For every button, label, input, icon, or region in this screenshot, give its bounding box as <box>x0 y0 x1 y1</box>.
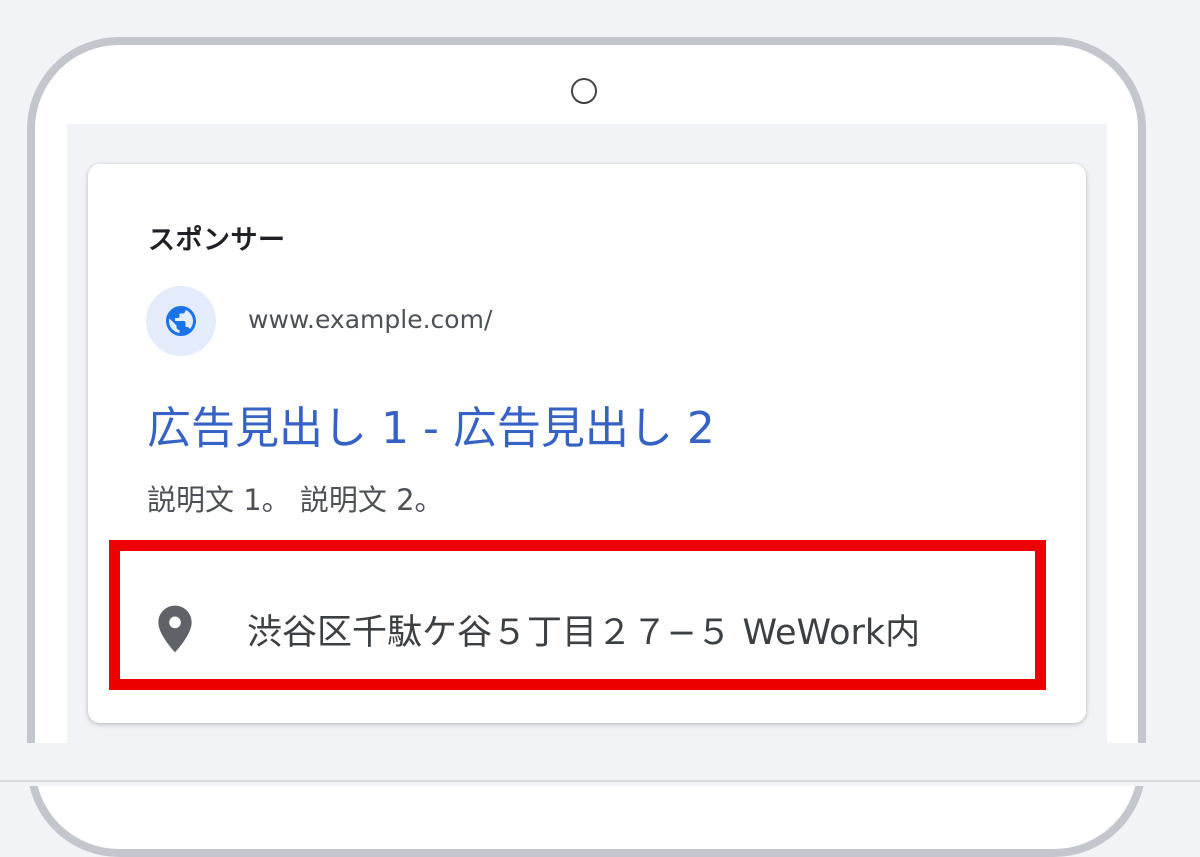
display-url[interactable]: www.example.com/ <box>248 305 492 334</box>
ad-description: 説明文 1。 説明文 2。 <box>147 483 444 517</box>
ad-headline-link[interactable]: 広告見出し 1 - 広告見出し 2 <box>147 392 715 456</box>
bottom-divider <box>0 780 1200 782</box>
front-camera <box>571 78 597 104</box>
favicon-badge[interactable] <box>146 286 216 356</box>
sponsored-label: スポンサー <box>148 225 286 256</box>
globe-icon <box>166 306 196 336</box>
location-extension-highlight <box>109 540 1046 690</box>
